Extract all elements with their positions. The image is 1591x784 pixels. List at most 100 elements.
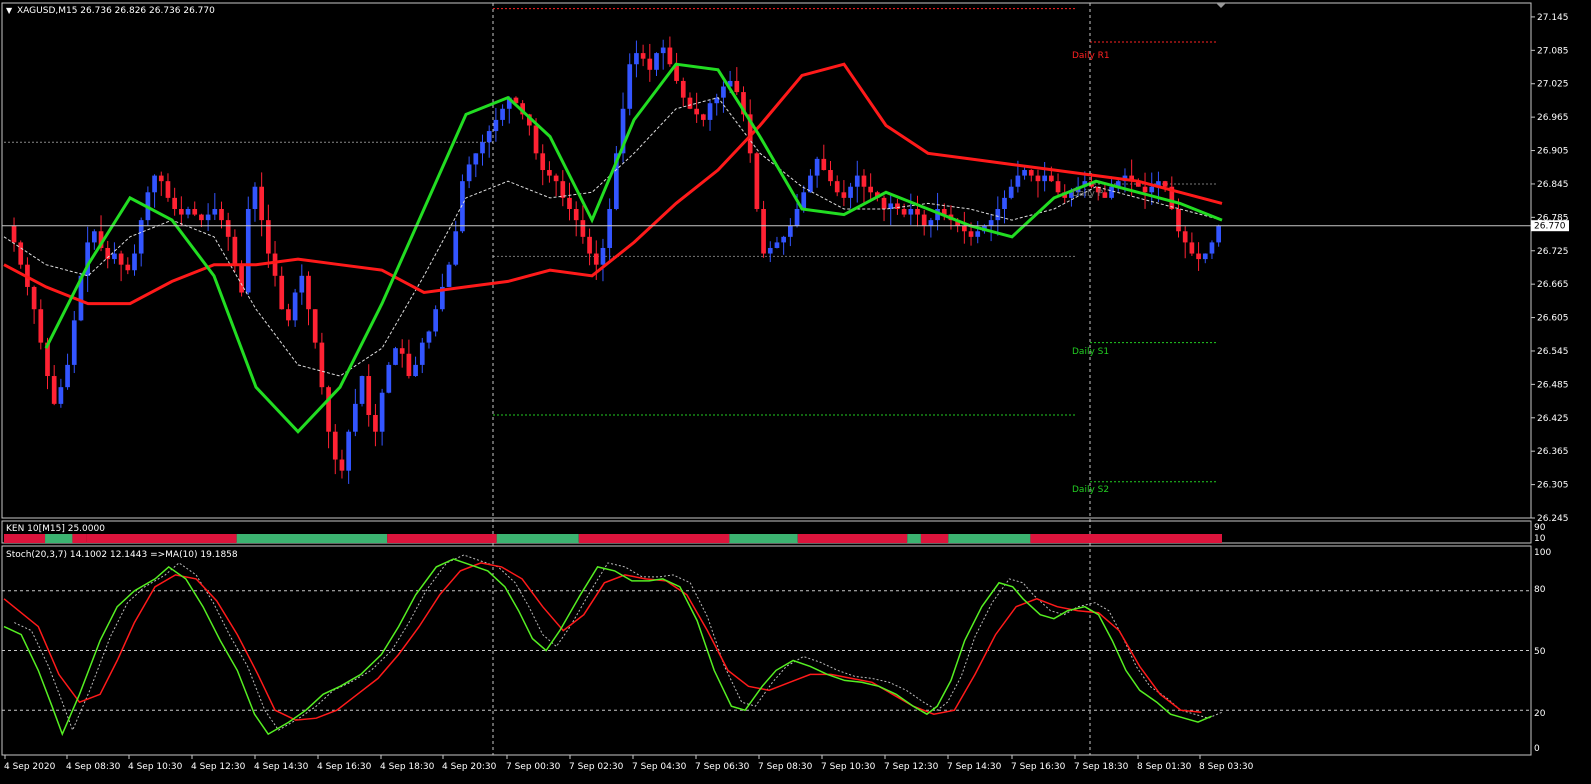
candle-body [51, 376, 57, 404]
ken-tick-10: 10 [1534, 534, 1546, 544]
candle-body [18, 242, 24, 265]
price-tick-label: 26.605 [1537, 314, 1569, 324]
time-tick-label: 4 Sep 08:30 [66, 762, 121, 772]
candle-body [627, 64, 633, 109]
time-tick-label: 7 Sep 08:30 [758, 762, 813, 772]
candle-body [11, 225, 17, 243]
candle-body [306, 275, 311, 310]
candle-body [1209, 242, 1215, 254]
ken-segment [907, 534, 921, 543]
candle-body [413, 364, 418, 377]
ken-tick-90: 90 [1534, 523, 1546, 533]
stoch-tick-50: 50 [1534, 647, 1546, 657]
candle-body [279, 275, 285, 310]
time-tick-label: 7 Sep 02:30 [569, 762, 624, 772]
time-tick-label: 8 Sep 01:30 [1137, 762, 1192, 772]
candle-body [761, 209, 766, 254]
candle-body [680, 80, 686, 98]
candle-body [694, 108, 699, 115]
candle-body [1028, 170, 1034, 176]
candle-body [158, 175, 164, 182]
candle-body [112, 253, 117, 260]
candle-body [848, 186, 853, 198]
candle-body [854, 175, 860, 187]
candle-body [426, 331, 432, 343]
time-tick-label: 7 Sep 18:30 [1074, 762, 1129, 772]
candle-body [1189, 242, 1195, 254]
ken-segment [729, 534, 798, 543]
candle-body [667, 47, 673, 65]
candle-body [199, 214, 204, 221]
candle-body [841, 192, 847, 198]
time-tick-label: 4 Sep 10:30 [128, 762, 183, 772]
candle-body [259, 186, 264, 221]
candle-body [486, 131, 492, 143]
candle-body [774, 242, 780, 248]
candle-body [834, 181, 840, 193]
ken-segment [4, 534, 46, 543]
time-tick-label: 4 Sep 12:30 [191, 762, 246, 772]
ken-segment [496, 534, 579, 543]
candle-body [165, 181, 171, 198]
candle-body [71, 320, 77, 365]
candle-body [480, 142, 485, 154]
price-tick-label: 26.305 [1537, 481, 1569, 491]
candle-body [1142, 186, 1148, 193]
price-tick-label: 26.965 [1537, 113, 1569, 123]
chart-menu-arrow-icon[interactable]: ▼ [6, 6, 13, 15]
candle-body [339, 459, 345, 471]
candle-body [239, 264, 244, 293]
candle-body [587, 236, 592, 254]
candle-body [1216, 225, 1221, 243]
candle-body [988, 220, 994, 226]
candle-body [212, 209, 218, 215]
trading-chart[interactable]: 27.145 27.085 27.025 26.965 26.905 26.845 26.7… [0, 0, 1591, 784]
candle-body [118, 253, 124, 265]
current-price-label: 26.770 [1534, 222, 1566, 232]
ken-segment [920, 534, 949, 543]
candle-body [500, 108, 505, 120]
candle-body [473, 153, 479, 165]
pivot-label-s1: Daily S1 [1072, 347, 1109, 357]
candle-body [138, 220, 144, 254]
candle-body [466, 164, 472, 182]
candle-body [272, 253, 278, 276]
price-tick-label: 26.545 [1537, 347, 1569, 357]
stoch-header: Stoch(20,3,7) 14.1002 12.1443 =>MA(10) 1… [6, 550, 238, 560]
time-tick-label: 7 Sep 04:30 [632, 762, 687, 772]
price-tick-label: 26.905 [1537, 147, 1569, 157]
candle-body [225, 220, 231, 237]
candle-body [1002, 197, 1007, 209]
candle-body [828, 170, 833, 182]
candle-body [319, 342, 325, 388]
candle-body [573, 209, 579, 221]
pivot-label-r1: Daily R1 [1072, 51, 1110, 61]
candle-body [125, 264, 131, 271]
pivot-label-p: Daily P [1072, 189, 1104, 199]
candle-body [580, 220, 586, 237]
candle-body [205, 214, 211, 221]
candle-body [781, 236, 786, 243]
price-tick-label: 27.025 [1537, 80, 1569, 90]
time-tick-label: 8 Sep 03:30 [1199, 762, 1254, 772]
stoch-tick-0: 0 [1534, 744, 1540, 754]
candle-body [433, 309, 438, 332]
candle-body [540, 153, 546, 171]
candle-body [868, 186, 873, 193]
candle-body [767, 247, 773, 254]
ken-bars [4, 534, 1222, 543]
candle-body [1035, 175, 1041, 182]
ken-segment [1030, 534, 1222, 543]
candle-body [600, 247, 606, 265]
candle-body [814, 158, 820, 176]
stoch-tick-20: 20 [1534, 709, 1546, 719]
candle-body [640, 53, 646, 59]
time-axis: 4 Sep 2020 4 Sep 08:30 4 Sep 10:30 4 Sep 12… [4, 755, 1254, 772]
candle-body [453, 231, 459, 265]
main-header: XAGUSD,M15 26.736 26.826 26.736 26.770 [17, 6, 215, 16]
price-tick-label: 26.365 [1537, 447, 1569, 457]
candle-body [152, 175, 157, 193]
candle-body [406, 353, 412, 377]
ken-segment [86, 534, 237, 543]
candle-body [861, 175, 867, 187]
